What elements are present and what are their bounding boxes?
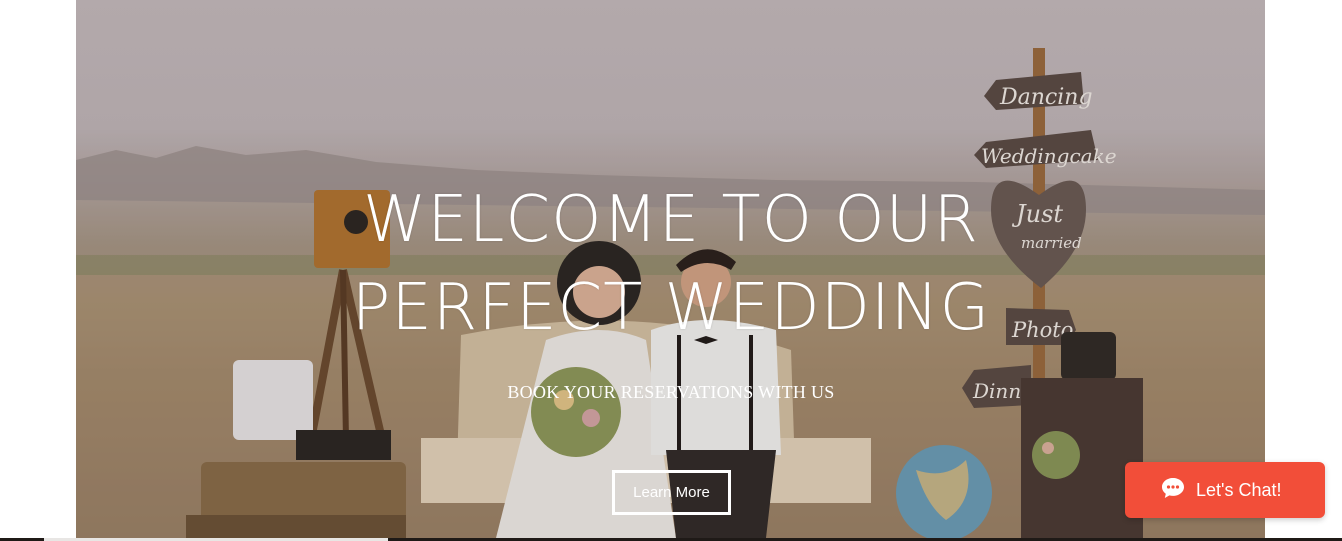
hero-title-line1: WELCOME TO OUR <box>363 183 979 257</box>
lets-chat-button[interactable]: Let's Chat! <box>1125 462 1325 518</box>
hero-subtitle: BOOK YOUR RESERVATIONS WITH US <box>507 382 835 402</box>
hero-banner: Dancing Weddingcake Just married Photo D… <box>76 0 1265 538</box>
learn-more-button[interactable]: Learn More <box>612 470 731 515</box>
chat-bubble-icon <box>1161 476 1185 505</box>
hero-title-line2: PERFECT WEDDING <box>351 271 991 345</box>
chat-label: Let's Chat! <box>1196 479 1282 500</box>
hero-title: WELCOME TO OUR PERFECT WEDDING <box>331 176 1011 352</box>
